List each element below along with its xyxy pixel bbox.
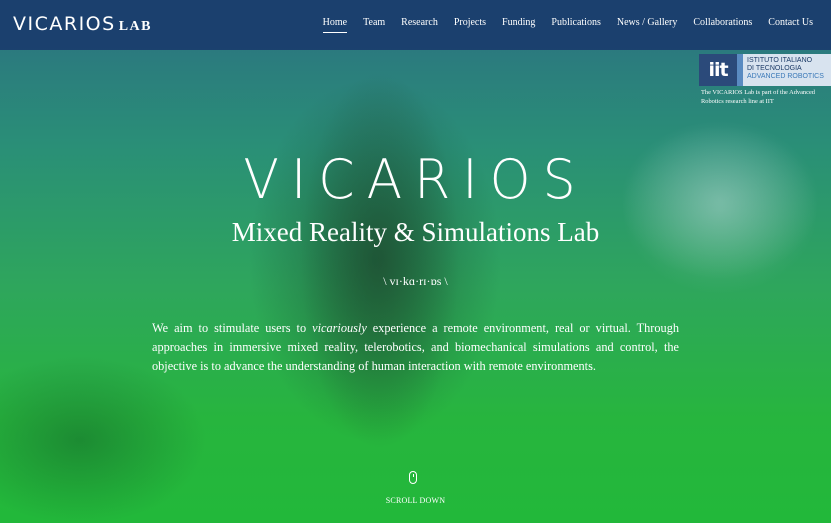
nav-item-research[interactable]: Research [393,17,446,28]
nav-item-funding[interactable]: Funding [494,17,543,28]
nav-item-news-gallery[interactable]: News / Gallery [609,17,686,28]
nav-item-home[interactable]: Home [315,17,355,33]
brand-suffix: LAB [118,19,152,34]
hero-description: We aim to stimulate users to vicariously… [152,319,679,376]
nav-item-team[interactable]: Team [355,17,393,28]
nav-item-collaborations[interactable]: Collaborations [685,17,760,28]
scroll-down-link[interactable]: SCROLL DOWN [0,496,831,505]
nav-item-projects[interactable]: Projects [446,17,494,28]
hero-subtitle: Mixed Reality & Simulations Lab [231,217,600,247]
description-emphasis: vicariously [312,321,367,335]
brand-name: VICARIOS [13,13,116,35]
iit-logo-banner[interactable]: iit ISTITUTO ITALIANO DI TECNOLOGIA ADVA… [699,54,831,86]
mouse-scroll-icon[interactable] [409,471,417,484]
description-start: We aim to stimulate users to [152,321,313,335]
iit-line-3: ADVANCED ROBOTICS [747,73,824,80]
nav-item-contact-us[interactable]: Contact Us [760,17,821,28]
main-nav: Home Team Research Projects Funding Publ… [315,17,821,33]
iit-note: The VICARIOS Lab is part of the Advanced… [701,89,816,105]
nav-item-publications[interactable]: Publications [543,17,608,28]
iit-line-1: ISTITUTO ITALIANO [747,57,813,64]
iit-logo-mark: iit [699,54,737,86]
hero-title: VICARIOS [243,148,588,212]
iit-line-2: DI TECNOLOGIA [747,65,802,72]
navbar: VICARIOS LAB Home Team Research Projects … [0,0,831,50]
iit-logo-text: ISTITUTO ITALIANO DI TECNOLOGIA ADVANCED… [743,54,831,86]
hero-phonetic: \ vɪ·kɑ·rɪ·ɒs \ [383,274,448,288]
brand-logo[interactable]: VICARIOS LAB [13,13,152,35]
background-figure [300,70,460,450]
